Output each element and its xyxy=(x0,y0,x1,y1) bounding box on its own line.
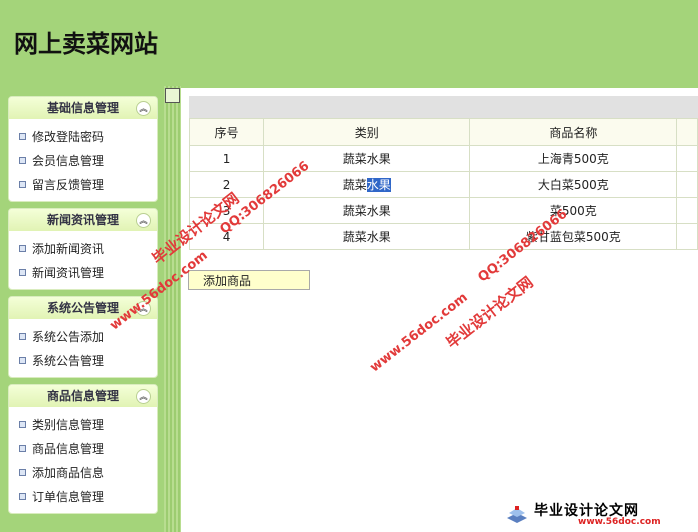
sidebar-item-category-management[interactable]: 类别信息管理 xyxy=(9,413,157,437)
sidebar-item-label: 留言反馈管理 xyxy=(32,178,105,192)
panel-products: 商品信息管理 ︽ 类别信息管理 商品信息管理 添加商品信息 订单信息管理 xyxy=(8,384,158,514)
bullet-icon xyxy=(19,269,26,276)
bullet-icon xyxy=(19,469,26,476)
bullet-icon xyxy=(19,445,26,452)
panel-header[interactable]: 系统公告管理 ︽ xyxy=(9,297,157,319)
cell-no: 4 xyxy=(188,223,265,250)
text-selection: 水果 xyxy=(366,178,391,192)
cell-extra xyxy=(676,223,698,250)
collapse-icon[interactable]: ︽ xyxy=(136,301,151,316)
panel-title: 新闻资讯管理 xyxy=(46,213,119,227)
header: 网上卖菜网站 xyxy=(0,0,698,86)
cell-product-name: 大白菜500克 xyxy=(469,171,678,198)
site-title: 网上卖菜网站 xyxy=(14,29,158,58)
sidebar-item-label: 订单信息管理 xyxy=(32,490,105,504)
sidebar-item-member-management[interactable]: 会员信息管理 xyxy=(9,149,157,173)
sidebar-item-feedback-management[interactable]: 留言反馈管理 xyxy=(9,173,157,197)
sidebar-item-label: 添加新闻资讯 xyxy=(32,242,105,256)
sidebar-item-product-management[interactable]: 商品信息管理 xyxy=(9,437,157,461)
bullet-icon xyxy=(19,421,26,428)
bullet-icon xyxy=(19,357,26,364)
bullet-icon xyxy=(19,493,26,500)
sidebar-item-add-product[interactable]: 添加商品信息 xyxy=(9,461,157,485)
table-header-row: 序号 类别 商品名称 xyxy=(188,118,698,146)
panel-title: 商品信息管理 xyxy=(46,389,119,403)
panel-header[interactable]: 商品信息管理 ︽ xyxy=(9,385,157,407)
sidebar-item-label: 添加商品信息 xyxy=(32,466,105,480)
cell-product-name: 菜500克 xyxy=(469,197,678,224)
sidebar-item-label: 商品信息管理 xyxy=(32,442,105,456)
sidebar-item-add-announcement[interactable]: 系统公告添加 xyxy=(9,325,157,349)
cell-category: 蔬菜水果 xyxy=(263,145,471,172)
cell-extra xyxy=(676,197,698,224)
cell-product-name: 紫甘蓝包菜500克 xyxy=(469,223,678,250)
bullet-icon xyxy=(19,333,26,340)
content-title-bar xyxy=(189,96,698,118)
table-row[interactable]: 2 蔬菜水果 大白菜500克 xyxy=(188,171,698,198)
product-table: 序号 类别 商品名称 1 蔬菜水果 上海青500克 2 蔬菜水果 大白菜500克… xyxy=(188,118,698,250)
panel-header[interactable]: 新闻资讯管理 ︽ xyxy=(9,209,157,231)
cell-category: 蔬菜水果 xyxy=(263,171,471,198)
cell-category: 蔬菜水果 xyxy=(263,197,471,224)
column-header-extra xyxy=(676,118,698,146)
bullet-icon xyxy=(19,181,26,188)
panel-news: 新闻资讯管理 ︽ 添加新闻资讯 新闻资讯管理 xyxy=(8,208,158,290)
sidebar: 基础信息管理 ︽ 修改登陆密码 会员信息管理 留言反馈管理 新闻资讯管理 ︽ 添… xyxy=(0,86,164,532)
table-row[interactable]: 1 蔬菜水果 上海青500克 xyxy=(188,145,698,172)
cell-category-text: 蔬菜 xyxy=(342,178,367,192)
cell-extra xyxy=(676,171,698,198)
cell-no: 1 xyxy=(188,145,265,172)
footer-logo: 毕业设计论文网 www.56doc.com xyxy=(504,502,694,528)
sidebar-item-label: 系统公告管理 xyxy=(32,354,105,368)
sidebar-item-change-password[interactable]: 修改登陆密码 xyxy=(9,125,157,149)
sidebar-item-label: 会员信息管理 xyxy=(32,154,105,168)
panel-basic-info: 基础信息管理 ︽ 修改登陆密码 会员信息管理 留言反馈管理 xyxy=(8,96,158,202)
sidebar-item-label: 类别信息管理 xyxy=(32,418,105,432)
table-row[interactable]: 4 蔬菜水果 紫甘蓝包菜500克 xyxy=(188,223,698,250)
column-header-category: 类别 xyxy=(263,118,471,146)
bullet-icon xyxy=(19,157,26,164)
column-header-product-name: 商品名称 xyxy=(469,118,678,146)
footer-logo-url: www.56doc.com xyxy=(578,517,661,527)
collapse-icon[interactable]: ︽ xyxy=(136,101,151,116)
sidebar-item-label: 新闻资讯管理 xyxy=(32,266,105,280)
main-content: 序号 类别 商品名称 1 蔬菜水果 上海青500克 2 蔬菜水果 大白菜500克… xyxy=(181,88,698,532)
cell-no: 2 xyxy=(188,171,265,198)
panel-title: 基础信息管理 xyxy=(46,101,119,115)
collapse-icon[interactable]: ︽ xyxy=(136,389,151,404)
sidebar-item-order-management[interactable]: 订单信息管理 xyxy=(9,485,157,509)
cell-category: 蔬菜水果 xyxy=(263,223,471,250)
frame-splitter[interactable] xyxy=(164,86,181,532)
sidebar-item-label: 修改登陆密码 xyxy=(32,130,105,144)
panel-header[interactable]: 基础信息管理 ︽ xyxy=(9,97,157,119)
cell-extra xyxy=(676,145,698,172)
book-logo-icon xyxy=(507,506,527,523)
sidebar-item-label: 系统公告添加 xyxy=(32,330,105,344)
cell-no: 3 xyxy=(188,197,265,224)
cell-product-name: 上海青500克 xyxy=(469,145,678,172)
panel-title: 系统公告管理 xyxy=(46,301,119,315)
column-header-no: 序号 xyxy=(188,118,265,146)
sidebar-item-add-news[interactable]: 添加新闻资讯 xyxy=(9,237,157,261)
sidebar-item-news-management[interactable]: 新闻资讯管理 xyxy=(9,261,157,285)
sidebar-item-announcement-management[interactable]: 系统公告管理 xyxy=(9,349,157,373)
panel-announcements: 系统公告管理 ︽ 系统公告添加 系统公告管理 xyxy=(8,296,158,378)
bullet-icon xyxy=(19,245,26,252)
add-product-button[interactable]: 添加商品 xyxy=(188,270,310,290)
table-row[interactable]: 3 蔬菜水果 菜500克 xyxy=(188,197,698,224)
frame-toggle-icon[interactable] xyxy=(165,88,180,103)
collapse-icon[interactable]: ︽ xyxy=(136,213,151,228)
bullet-icon xyxy=(19,133,26,140)
